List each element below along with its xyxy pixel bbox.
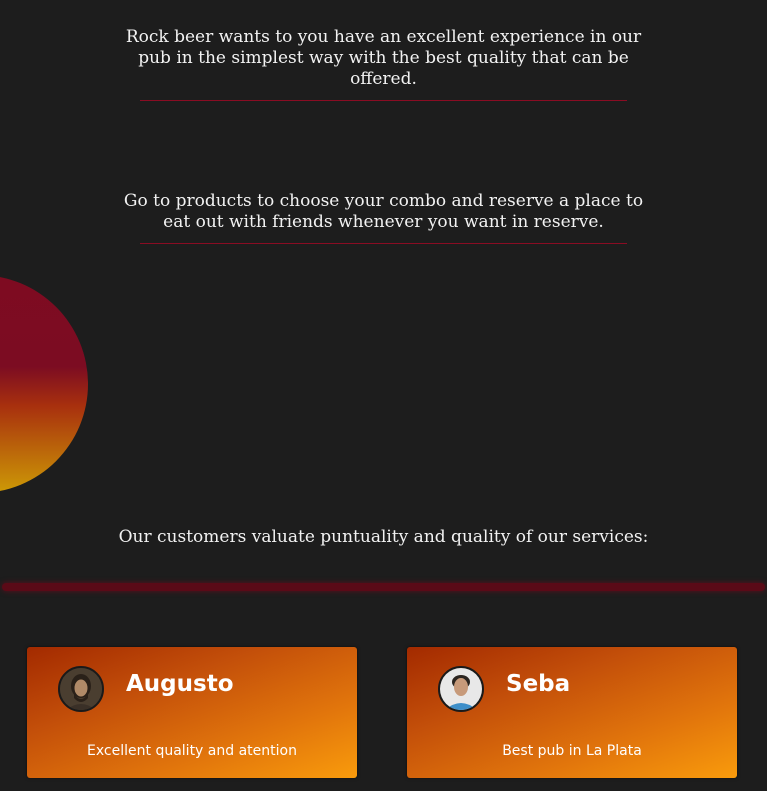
section-separator-bar [2,583,765,591]
review-text: Excellent quality and atention [87,743,297,759]
intro-section-products: Go to products to choose your combo and … [0,191,767,244]
reviewer-name: Seba [506,671,571,697]
avatar [58,666,104,712]
testimonials-heading: Our customers valuate puntuality and qua… [118,527,649,547]
user-photo-icon [440,668,482,710]
intro-paragraph: Go to products to choose your combo and … [123,191,644,232]
intro-paragraph: Rock beer wants to you have an excellent… [125,27,642,89]
page: Rock beer wants to you have an excellent… [0,0,767,791]
review-text: Best pub in La Plata [502,743,642,759]
section-divider [140,243,627,244]
reviewer-name: Augusto [126,671,234,697]
intro-section-experience: Rock beer wants to you have an excellent… [0,27,767,101]
user-photo-icon [60,668,102,710]
review-card: Augusto Excellent quality and atention [27,647,357,778]
decorative-gradient-circle [0,275,88,493]
section-divider [140,100,627,101]
avatar [438,666,484,712]
review-card: Seba Best pub in La Plata [407,647,737,778]
